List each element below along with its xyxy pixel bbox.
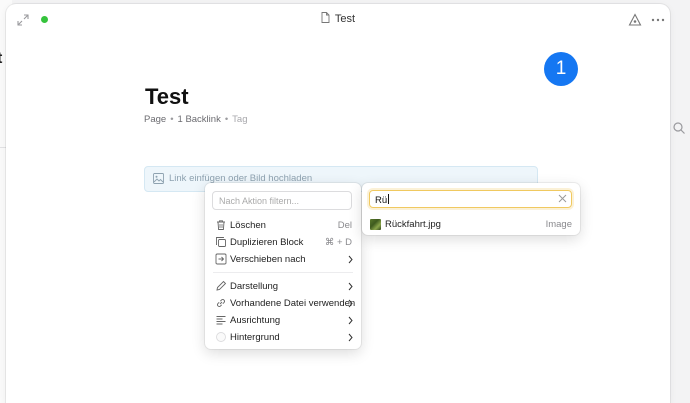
move-icon: [215, 253, 227, 265]
color-circle-icon: [216, 332, 226, 342]
image-icon: [153, 173, 164, 184]
link-icon: [217, 299, 225, 307]
menu-item-label: Hintergrund: [230, 332, 280, 343]
align-icon: [216, 316, 226, 325]
window-title-text: Test: [334, 13, 356, 25]
menu-item-delete[interactable]: Löschen Del: [205, 217, 361, 234]
menu-item-label: Darstellung: [230, 281, 279, 292]
trash-icon: [217, 220, 225, 230]
file-result-name[interactable]: Rückfahrt.jpg: [385, 219, 441, 230]
meta-separator: •: [170, 114, 174, 125]
menu-item-alignment[interactable]: Ausrichtung: [205, 312, 361, 329]
menu-item-label: Duplizieren Block: [230, 237, 304, 248]
add-tag-link[interactable]: Tag: [232, 114, 247, 125]
background-title-fragment: t: [0, 50, 2, 68]
window-title: Test: [6, 12, 670, 25]
window-titlebar: Test: [6, 4, 670, 36]
chevron-right-icon: [348, 299, 353, 308]
image-thumbnail: [370, 219, 381, 230]
duplicate-icon: [216, 237, 226, 247]
action-filter-input[interactable]: Nach Aktion filtern...: [212, 191, 352, 210]
menu-divider: [213, 272, 353, 273]
search-icon[interactable]: [672, 121, 686, 135]
menu-item-label: Löschen: [230, 220, 266, 231]
page-title[interactable]: Test: [145, 84, 189, 110]
more-options-icon[interactable]: [650, 13, 666, 27]
menu-item-appearance[interactable]: Darstellung: [205, 278, 361, 295]
existing-file-search-popover: Rü Rückfahrt.jpg Image: [362, 183, 580, 235]
backlink-count[interactable]: 1 Backlink: [178, 114, 221, 125]
pencil-icon: [216, 280, 227, 291]
document-icon: [321, 12, 330, 23]
chevron-right-icon: [348, 282, 353, 291]
file-search-query: Rü: [375, 195, 388, 206]
menu-item-shortcut: Del: [337, 220, 352, 231]
text-caret: [388, 194, 390, 204]
block-action-menu: Nach Aktion filtern... Löschen Del Dupli…: [205, 183, 361, 349]
share-icon[interactable]: [628, 13, 642, 27]
chevron-right-icon: [348, 255, 353, 264]
editor-window: Test 1 Test Page • 1 Backlink • Tag Link ein…: [6, 4, 670, 403]
menu-item-use-existing-file[interactable]: Vorhandene Datei verwenden: [205, 295, 361, 312]
menu-item-duplicate[interactable]: Duplizieren Block ⌘ + D: [205, 234, 361, 251]
menu-item-label: Ausrichtung: [230, 315, 281, 326]
close-icon[interactable]: [558, 194, 567, 203]
file-search-input[interactable]: Rü: [369, 190, 572, 208]
page-meta: Page • 1 Backlink • Tag: [144, 114, 247, 125]
step-badge: 1: [544, 52, 578, 86]
menu-item-background[interactable]: Hintergrund: [205, 329, 361, 346]
menu-item-label: Verschieben nach: [230, 254, 306, 265]
chevron-right-icon: [348, 333, 353, 342]
meta-separator: •: [224, 114, 229, 125]
menu-item-shortcut: ⌘ + D: [324, 237, 352, 248]
page-type-label: Page: [144, 114, 167, 125]
file-result-type: Image: [545, 219, 572, 230]
menu-item-move-to[interactable]: Verschieben nach: [205, 251, 361, 268]
menu-item-label: Vorhandene Datei verwenden: [230, 298, 356, 309]
chevron-right-icon: [348, 316, 353, 325]
